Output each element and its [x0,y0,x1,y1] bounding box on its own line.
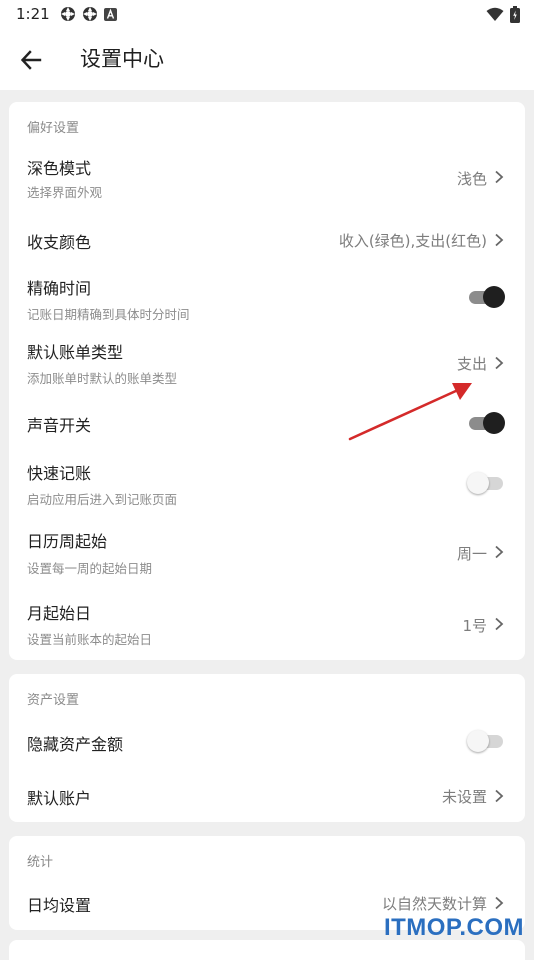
section-title-assets: 资产设置 [27,693,80,708]
arrow-left-icon [20,50,42,70]
app-bar: 设置中心 [0,28,534,90]
setting-quick-entry[interactable]: 快速记账 启动应用后进入到记账页面 [9,456,525,516]
chevron-right-icon [495,356,504,370]
chevron-right-icon [495,545,504,559]
setting-default-bill-type[interactable]: 默认账单类型 添加账单时默认的账单类型 支出 [9,336,525,396]
preferences-card: 偏好设置 深色模式 选择界面外观 浅色 收支颜色 收入(绿色),支出(红色) 精… [9,102,525,660]
setting-title: 默认账户 [27,789,92,808]
setting-value: 支出 [456,355,487,373]
setting-value: 以自然天数计算 [381,895,487,913]
notification-a-icon [104,7,117,21]
setting-subtitle: 记账日期精确到具体时分时间 [27,307,190,322]
setting-title: 快速记账 [27,464,92,483]
chevron-right-icon [495,617,504,631]
section-title-statistics: 统计 [27,855,54,870]
setting-title: 日历周起始 [27,532,108,551]
setting-title: 月起始日 [27,604,92,623]
setting-subtitle: 设置每一周的起始日期 [27,561,153,576]
status-system-icons [486,6,520,23]
next-card-edge [9,940,525,960]
setting-value: 未设置 [441,788,487,806]
chevron-right-icon [495,896,504,910]
setting-hide-amount[interactable]: 隐藏资产金额 [9,720,525,764]
wifi-icon [486,7,504,21]
setting-value: 1号 [462,617,487,635]
setting-title: 精确时间 [27,279,92,298]
setting-week-start[interactable]: 日历周起始 设置每一周的起始日期 周一 [9,524,525,584]
section-title-preferences: 偏好设置 [27,121,80,136]
setting-title: 隐藏资产金额 [27,735,124,754]
setting-title: 收支颜色 [27,233,92,252]
precise-time-toggle[interactable] [467,284,507,310]
assets-card: 资产设置 隐藏资产金额 默认账户 未设置 [9,674,525,822]
setting-precise-time[interactable]: 精确时间 记账日期精确到具体时分时间 [9,270,525,330]
status-time: 1:21 [16,5,50,23]
chevron-right-icon [495,170,504,184]
setting-income-color[interactable]: 收支颜色 收入(绿色),支出(红色) [9,214,525,266]
chevron-right-icon [495,233,504,247]
watermark-logo: ITMOP.COM [383,914,524,941]
page-title: 设置中心 [80,47,164,71]
setting-sound[interactable]: 声音开关 [9,402,525,446]
sync-icon [83,7,97,21]
status-bar: 1:21 [0,0,534,28]
setting-subtitle: 添加账单时默认的账单类型 [27,371,178,386]
sync-icon [61,7,75,21]
battery-icon [510,6,520,23]
hide-amount-toggle[interactable] [467,728,507,754]
quick-entry-toggle[interactable] [467,470,507,496]
setting-dark-mode[interactable]: 深色模式 选择界面外观 浅色 [9,148,525,208]
status-notification-icons [60,6,117,22]
setting-subtitle: 设置当前账本的起始日 [27,632,153,647]
setting-value: 浅色 [456,170,487,188]
setting-title: 声音开关 [27,416,92,435]
sound-toggle[interactable] [467,410,507,436]
setting-value: 收入(绿色),支出(红色) [338,232,487,250]
back-button[interactable] [18,46,46,74]
chevron-right-icon [495,789,504,803]
setting-default-account[interactable]: 默认账户 未设置 [9,774,525,818]
setting-value: 周一 [456,545,487,563]
setting-title: 深色模式 [27,159,92,178]
setting-title: 默认账单类型 [27,343,124,362]
setting-subtitle: 选择界面外观 [27,185,103,200]
setting-title: 日均设置 [27,896,92,915]
setting-subtitle: 启动应用后进入到记账页面 [27,492,178,507]
setting-month-start[interactable]: 月起始日 设置当前账本的起始日 1号 [9,596,525,656]
